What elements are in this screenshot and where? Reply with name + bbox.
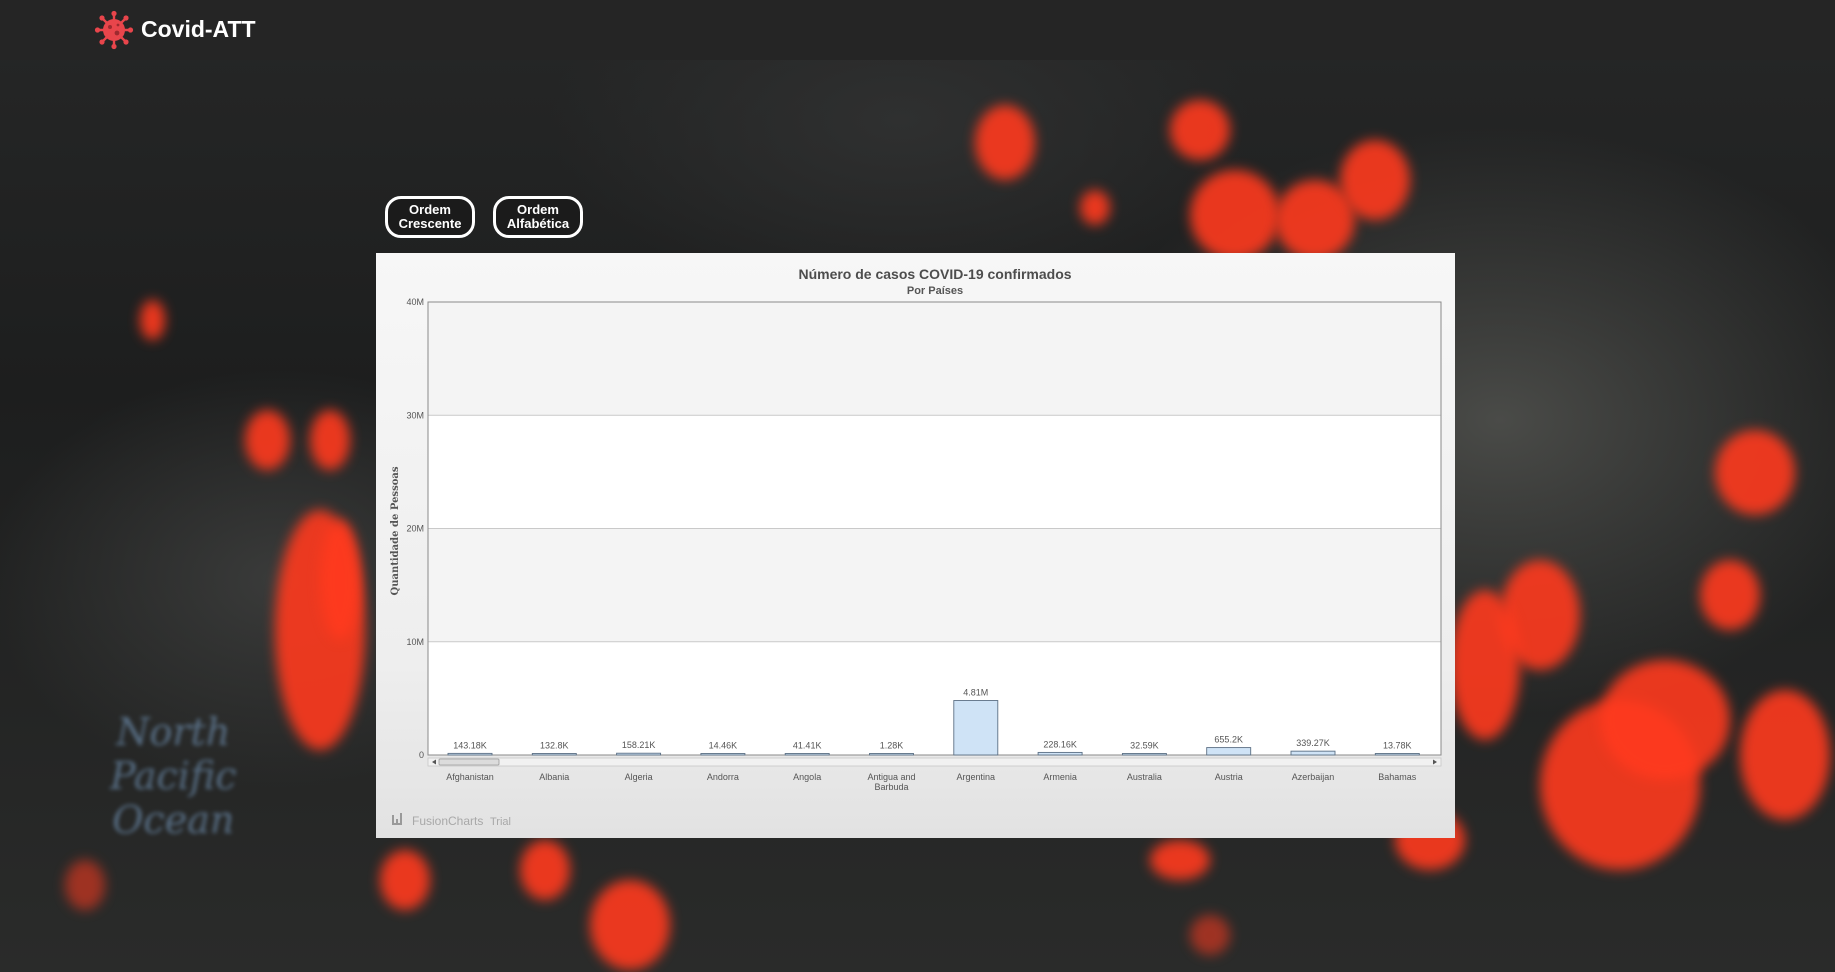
virus-icon [94, 10, 134, 50]
watermark-brand: FusionCharts [412, 814, 483, 828]
x-tick-label: Bahamas [1378, 772, 1417, 782]
bar-value-label: 1.28K [880, 741, 904, 751]
fusioncharts-watermark: FusionCharts Trial [392, 813, 511, 828]
bar[interactable] [447, 752, 493, 756]
bar-value-label: 14.46K [709, 741, 738, 751]
y-tick-label: 20M [406, 524, 424, 534]
sort-ascending-button[interactable]: Ordem Crescente [385, 196, 475, 238]
chart-title: Número de casos COVID-19 confirmados [798, 266, 1071, 282]
x-tick-label: Armenia [1043, 772, 1077, 782]
watermark-suffix: Trial [490, 816, 511, 828]
y-tick-label: 10M [406, 637, 424, 647]
bar-value-label: 13.78K [1383, 741, 1412, 751]
chart-subtitle: Por Países [907, 285, 963, 297]
bar-value-label: 132.8K [540, 740, 569, 750]
y-tick-label: 0 [419, 750, 424, 760]
fusioncharts-logo-icon [392, 813, 402, 825]
x-tick-label: Afghanistan [446, 772, 494, 782]
x-tick-label: Austria [1215, 772, 1243, 782]
sort-alphabetical-label-line1: Ordem [517, 202, 559, 217]
scroll-thumb[interactable] [438, 758, 500, 766]
chart-scrollbar[interactable] [427, 757, 1442, 767]
bar[interactable] [869, 753, 914, 756]
plot-band [428, 641, 1441, 755]
plot-band [428, 528, 1441, 642]
bar-value-label: 339.27K [1296, 738, 1330, 748]
sort-alphabetical-button[interactable]: Ordem Alfabética [493, 196, 583, 238]
app-title: Covid-ATT [141, 16, 256, 42]
x-tick-label: Andorra [707, 772, 739, 782]
plot-band [428, 302, 1441, 416]
bar-value-label: 32.59K [1130, 741, 1159, 751]
bar[interactable] [1037, 751, 1083, 756]
bar[interactable] [1206, 747, 1252, 756]
top-navbar: Covid-ATT [0, 0, 1835, 60]
x-tick-label: Algeria [625, 772, 653, 782]
bar-value-label: 143.18K [453, 740, 487, 750]
bar[interactable] [1290, 750, 1336, 756]
x-tick-label: Azerbaijan [1292, 772, 1335, 782]
bar[interactable] [616, 752, 662, 756]
bar-value-label: 41.41K [793, 741, 822, 751]
x-tick-label: Australia [1127, 772, 1162, 782]
bar[interactable] [700, 753, 746, 756]
x-tick-label: Argentina [957, 772, 996, 782]
sort-ascending-label-line1: Ordem [409, 202, 451, 217]
chart-panel: Número de casos COVID-19 confirmados Por… [376, 253, 1455, 838]
bar[interactable] [531, 753, 577, 756]
bar-value-label: 228.16K [1043, 739, 1077, 749]
x-tick-label: Antigua and Barbuda [867, 772, 915, 792]
bar[interactable] [1121, 753, 1167, 756]
plot-band [428, 415, 1441, 529]
y-axis-title: Quantidade de Pessoas [390, 466, 401, 595]
bar-chart: Número de casos COVID-19 confirmados Por… [390, 266, 1442, 828]
y-tick-label: 40M [406, 297, 424, 307]
sort-alphabetical-label-line2: Alfabética [506, 216, 570, 231]
sort-ascending-label-line2: Crescente [398, 216, 462, 231]
x-tick-label: Albania [539, 772, 569, 782]
x-tick-label: Angola [793, 772, 821, 782]
bar-value-label: 4.81M [963, 688, 988, 698]
bar[interactable] [1374, 753, 1420, 756]
bar-value-label: 655.2K [1214, 735, 1243, 745]
bar[interactable] [953, 700, 999, 756]
y-tick-label: 30M [406, 410, 424, 420]
bar[interactable] [784, 753, 830, 756]
bar-value-label: 158.21K [622, 740, 656, 750]
